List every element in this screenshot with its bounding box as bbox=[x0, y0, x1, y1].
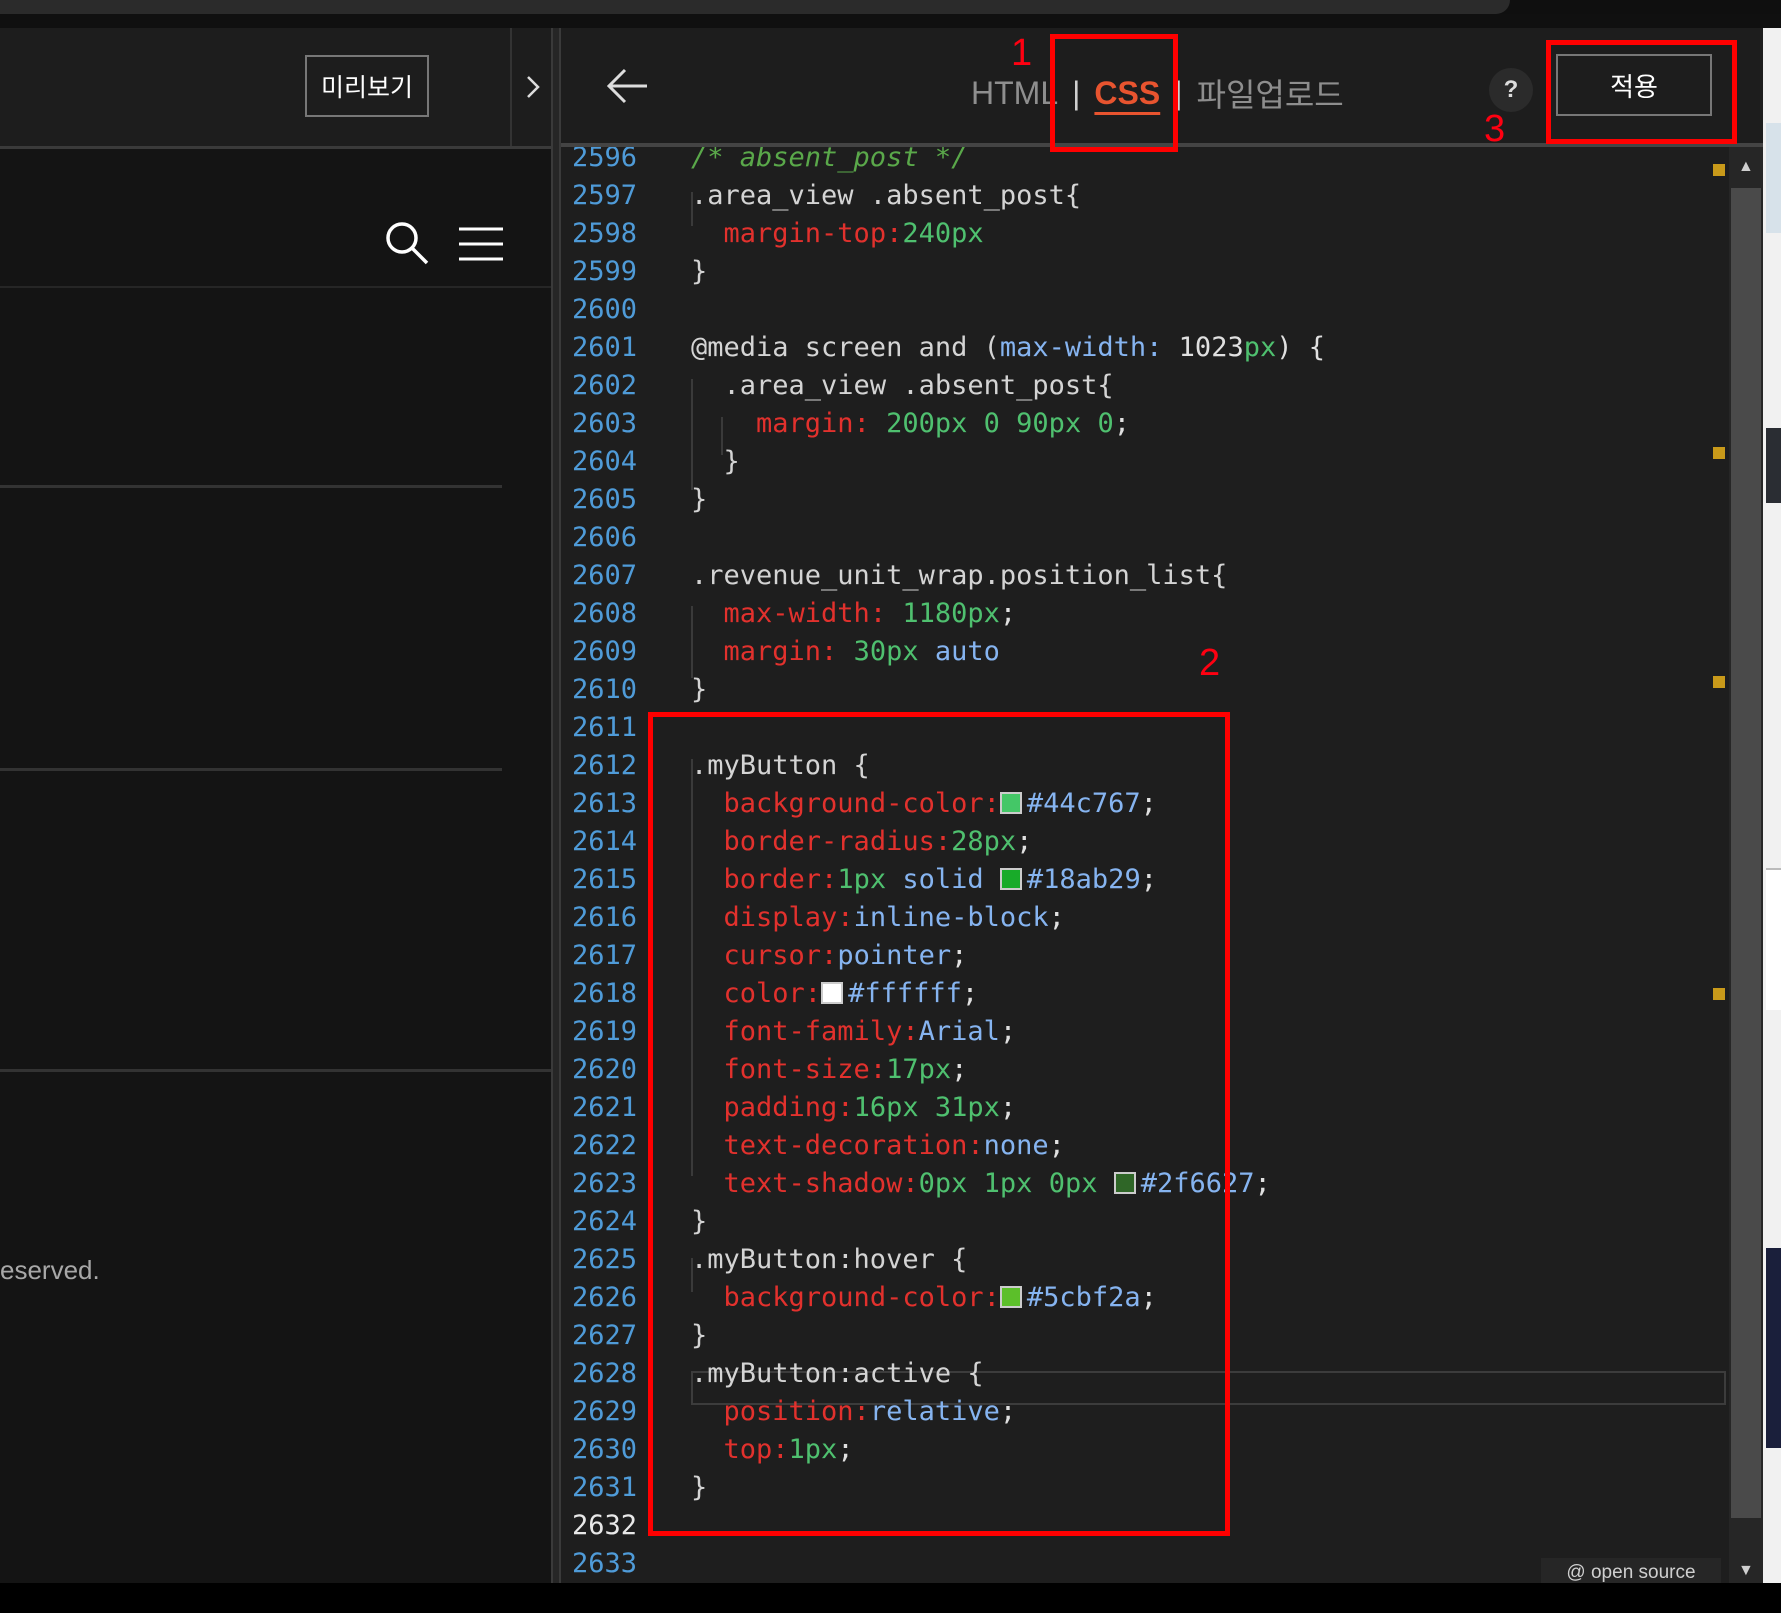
code-line[interactable]: 2602 .area_view .absent_post{ bbox=[561, 367, 1729, 405]
line-number: 2626 bbox=[571, 1282, 637, 1313]
line-number: 2598 bbox=[571, 218, 637, 249]
preview-toolbar: 미리보기 bbox=[0, 28, 552, 149]
chevron-right-icon bbox=[527, 76, 540, 98]
scrollbar-marker bbox=[1713, 988, 1725, 1000]
content-divider bbox=[0, 485, 502, 488]
collapse-panel-button[interactable] bbox=[510, 28, 554, 146]
code-line[interactable]: 2603 margin: 200px 0 90px 0; bbox=[561, 405, 1729, 443]
line-number: 2631 bbox=[571, 1472, 637, 1503]
code-text[interactable]: .area_view .absent_post{ bbox=[691, 367, 1114, 405]
line-number: 2615 bbox=[571, 864, 637, 895]
line-number: 2619 bbox=[571, 1016, 637, 1047]
line-number: 2608 bbox=[571, 598, 637, 629]
code-text[interactable]: max-width: 1180px; bbox=[691, 595, 1017, 633]
scrollbar-marker bbox=[1713, 164, 1725, 176]
code-line[interactable]: 2598 margin-top:240px bbox=[561, 215, 1729, 253]
line-number: 2623 bbox=[571, 1168, 637, 1199]
line-number: 2604 bbox=[571, 446, 637, 477]
search-icon[interactable] bbox=[384, 220, 430, 266]
code-line[interactable]: 2605} bbox=[561, 481, 1729, 519]
line-number: 2618 bbox=[571, 978, 637, 1009]
line-number: 2622 bbox=[571, 1130, 637, 1161]
hamburger-menu-icon[interactable] bbox=[459, 226, 503, 262]
preview-panel: 미리보기 eserved. bbox=[0, 28, 552, 1583]
background-window-edge bbox=[1763, 28, 1781, 1583]
line-number: 2621 bbox=[571, 1092, 637, 1123]
line-number: 2600 bbox=[571, 294, 637, 325]
line-number: 2596 bbox=[571, 147, 637, 173]
code-line[interactable]: 2609 margin: 30px auto bbox=[561, 633, 1729, 671]
code-line[interactable]: 2604 } bbox=[561, 443, 1729, 481]
line-number: 2629 bbox=[571, 1396, 637, 1427]
line-number: 2613 bbox=[571, 788, 637, 819]
code-line[interactable]: 2608 max-width: 1180px; bbox=[561, 595, 1729, 633]
annotation-box-code-block bbox=[648, 712, 1230, 1536]
line-number: 2610 bbox=[571, 674, 637, 705]
code-text[interactable]: margin-top:240px bbox=[691, 215, 984, 253]
code-line[interactable]: 2607 .revenue_unit_wrap.position_list{ bbox=[561, 557, 1729, 595]
line-number: 2625 bbox=[571, 1244, 637, 1275]
code-line[interactable]: 2601 @media screen and (max-width: 1023px… bbox=[561, 329, 1729, 367]
line-number: 2633 bbox=[571, 1548, 637, 1579]
scroll-down-arrow-icon[interactable]: ▼ bbox=[1738, 1562, 1754, 1580]
code-line[interactable]: 2606 bbox=[561, 519, 1729, 557]
line-number: 2605 bbox=[571, 484, 637, 515]
scroll-up-arrow-icon[interactable]: ▲ bbox=[1738, 158, 1754, 176]
code-line[interactable]: 2610} bbox=[561, 671, 1729, 709]
window-top-strip bbox=[0, 0, 1510, 14]
scrollbar-marker bbox=[1713, 447, 1725, 459]
preview-button[interactable]: 미리보기 bbox=[305, 55, 429, 117]
back-arrow-icon[interactable] bbox=[605, 66, 649, 106]
line-number: 2616 bbox=[571, 902, 637, 933]
line-number: 2602 bbox=[571, 370, 637, 401]
code-line[interactable]: 2597 .area_view .absent_post{ bbox=[561, 177, 1729, 215]
line-number: 2620 bbox=[571, 1054, 637, 1085]
header-divider bbox=[0, 286, 552, 288]
code-line[interactable]: 2600 bbox=[561, 291, 1729, 329]
footer-divider bbox=[0, 1069, 552, 1072]
scrollbar-marker bbox=[1713, 676, 1725, 688]
copyright-text: eserved. bbox=[0, 1255, 100, 1285]
tab-file-upload[interactable]: 파일업로드 bbox=[1197, 70, 1344, 116]
code-text[interactable]: } bbox=[691, 443, 740, 481]
window-top-band bbox=[0, 14, 1781, 28]
line-number: 2628 bbox=[571, 1358, 637, 1389]
scrollbar-thumb[interactable] bbox=[1731, 188, 1761, 1518]
code-text[interactable]: margin: 30px auto bbox=[691, 633, 1000, 671]
annotation-number-3: 3 bbox=[1484, 108, 1506, 150]
annotation-box-css-tab bbox=[1050, 34, 1178, 152]
line-number: 2612 bbox=[571, 750, 637, 781]
line-number: 2632 bbox=[571, 1510, 637, 1541]
annotation-number-1: 1 bbox=[1011, 32, 1033, 74]
line-number: 2597 bbox=[571, 180, 637, 211]
code-text[interactable]: } bbox=[691, 481, 707, 519]
tab-html[interactable]: HTML bbox=[971, 75, 1058, 112]
code-text[interactable]: /* absent_post */ bbox=[691, 147, 967, 177]
line-number: 2611 bbox=[571, 712, 637, 743]
line-number: 2606 bbox=[571, 522, 637, 553]
annotation-number-2: 2 bbox=[1199, 642, 1221, 684]
line-number: 2609 bbox=[571, 636, 637, 667]
line-number: 2607 bbox=[571, 560, 637, 591]
code-text[interactable]: .area_view .absent_post{ bbox=[691, 177, 1081, 215]
code-line[interactable]: 2599} bbox=[561, 253, 1729, 291]
code-text[interactable]: margin: 200px 0 90px 0; bbox=[691, 405, 1130, 443]
code-text[interactable]: } bbox=[691, 253, 707, 291]
line-number: 2601 bbox=[571, 332, 637, 363]
annotation-box-apply-button bbox=[1546, 40, 1737, 144]
help-button[interactable]: ? bbox=[1489, 68, 1533, 112]
window-bottom-band bbox=[0, 1583, 1781, 1613]
line-number: 2599 bbox=[571, 256, 637, 287]
line-number: 2630 bbox=[571, 1434, 637, 1465]
code-text[interactable]: .revenue_unit_wrap.position_list{ bbox=[691, 557, 1227, 595]
line-number: 2624 bbox=[571, 1206, 637, 1237]
line-number: 2603 bbox=[571, 408, 637, 439]
content-divider bbox=[0, 768, 502, 771]
line-number: 2614 bbox=[571, 826, 637, 857]
line-number: 2627 bbox=[571, 1320, 637, 1351]
line-number: 2617 bbox=[571, 940, 637, 971]
panel-resize-handle[interactable] bbox=[551, 28, 561, 1583]
code-text[interactable]: } bbox=[691, 671, 707, 709]
code-text[interactable]: @media screen and (max-width: 1023px) { bbox=[691, 329, 1325, 367]
